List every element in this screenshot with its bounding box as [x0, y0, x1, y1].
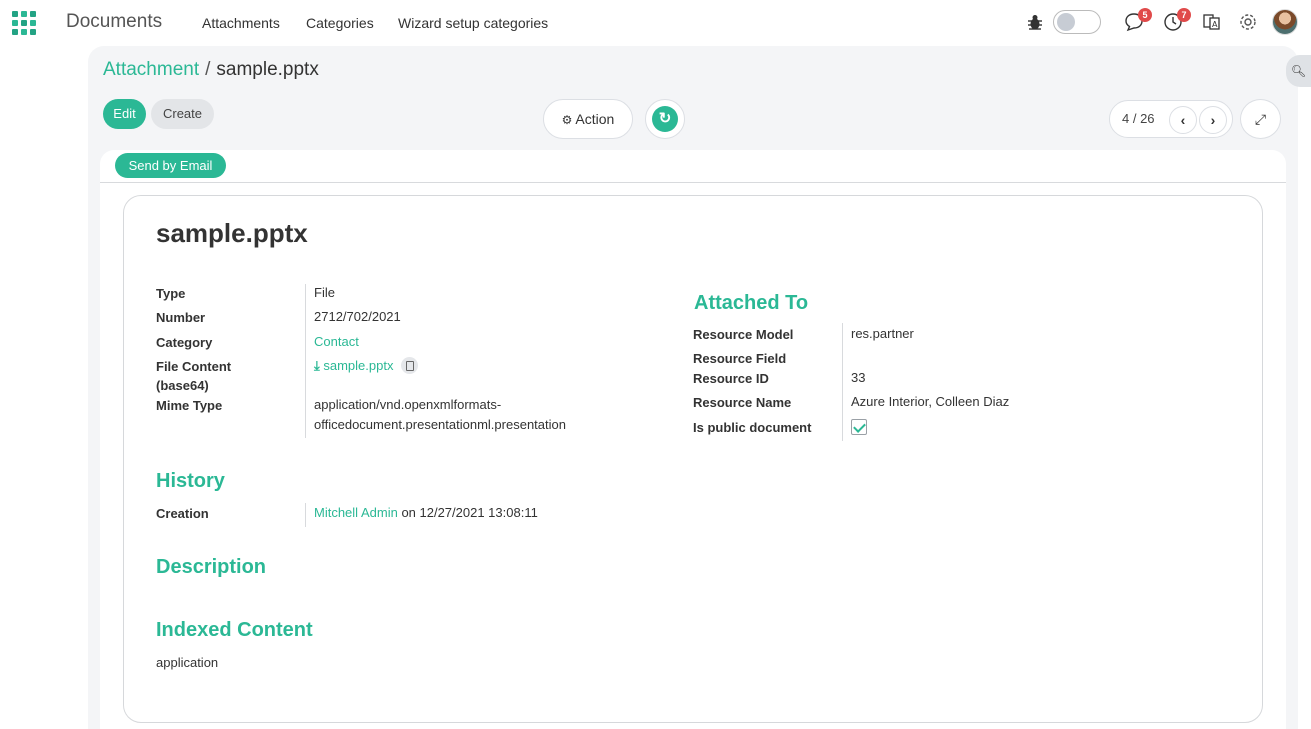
creation-date: on 12/27/2021 13:08:11 [401, 505, 538, 520]
file-preview-icon[interactable] [401, 357, 419, 375]
activities-clock-icon[interactable]: 7 [1163, 8, 1191, 32]
edit-button[interactable]: Edit [103, 99, 146, 129]
file-download-link[interactable]: ⤓ sample.pptx [314, 357, 419, 375]
pager-previous-button[interactable]: ‹ [1169, 106, 1197, 134]
language-icon[interactable]: A [1202, 12, 1222, 32]
mime-type-label: Mime Type [156, 398, 223, 413]
chevron-left-icon: ‹ [1180, 112, 1186, 128]
expand-button[interactable]: ⤢ [1240, 99, 1281, 139]
action-label: Action [575, 111, 615, 127]
breadcrumb-separator: / [205, 59, 211, 80]
form-statusbar [100, 150, 1286, 183]
type-label: Type [156, 286, 186, 301]
messages-badge: 5 [1138, 8, 1152, 22]
zoom-icon: 🔍︎ [1290, 64, 1307, 78]
gear-icon: ⚙ [561, 113, 573, 127]
toggle-knob [1057, 13, 1075, 31]
expand-arrows-icon: ⤢ [1254, 111, 1267, 127]
type-value[interactable]: File [314, 285, 335, 300]
indexed-content-value: application [156, 655, 219, 670]
breadcrumb-current: sample.pptx [216, 59, 319, 80]
svg-text:A: A [1212, 20, 1218, 29]
download-icon: ⤓ [314, 358, 320, 373]
bug-icon[interactable] [1027, 13, 1043, 31]
field-divider [305, 284, 306, 438]
settings-gear-icon[interactable] [1238, 12, 1258, 32]
field-divider [842, 323, 843, 441]
indexed-content-heading: Indexed Content [156, 619, 313, 641]
number-label: Number [156, 310, 206, 325]
record-title: sample.pptx [156, 218, 308, 248]
is-public-checkbox[interactable] [851, 419, 867, 435]
debug-toggle[interactable] [1053, 10, 1101, 34]
refresh-icon: ↻ [652, 106, 678, 132]
category-label: Category [156, 335, 213, 350]
file-name: sample.pptx [323, 358, 394, 373]
pager-next-button[interactable]: › [1199, 106, 1227, 134]
side-search-tab[interactable]: 🔍︎ [1286, 55, 1311, 87]
record-pager: 4 / 26 ‹ › [1109, 100, 1233, 138]
creation-user-link[interactable]: Mitchell Admin [314, 505, 398, 520]
breadcrumb: Attachment / sample.pptx [103, 59, 319, 81]
menu-wizard-setup-categories[interactable]: Wizard setup categories [398, 15, 548, 31]
app-name[interactable]: Documents [66, 11, 162, 33]
resource-name-label: Resource Name [693, 395, 792, 410]
attached-to-heading: Attached To [694, 292, 809, 314]
file-content-label: File Content [156, 359, 232, 374]
resource-model-value[interactable]: res.partner [851, 326, 914, 341]
menu-attachments[interactable]: Attachments [202, 15, 280, 31]
reload-button[interactable]: ↻ [645, 99, 685, 139]
pager-value[interactable]: 4 / 26 [1122, 111, 1155, 126]
resource-id-value[interactable]: 33 [851, 370, 865, 385]
menu-categories[interactable]: Categories [306, 15, 374, 31]
is-public-label: Is public document [693, 420, 812, 435]
user-avatar[interactable] [1272, 9, 1298, 35]
file-content-label-suffix: (base64) [156, 378, 209, 393]
field-divider [305, 503, 306, 527]
mime-type-value-line1[interactable]: application/vnd.openxmlformats- [314, 397, 501, 412]
resource-name-value[interactable]: Azure Interior, Colleen Diaz [851, 394, 1009, 409]
creation-label: Creation [156, 506, 209, 521]
action-dropdown-button[interactable]: ⚙ Action [543, 99, 633, 139]
send-by-email-button[interactable]: Send by Email [115, 153, 226, 178]
category-link[interactable]: Contact [314, 334, 359, 349]
resource-model-label: Resource Model [693, 327, 794, 342]
resource-id-label: Resource ID [693, 371, 769, 386]
resource-field-label: Resource Field [693, 351, 787, 366]
apps-menu-icon[interactable] [12, 11, 36, 35]
top-navbar: Documents Attachments Categories Wizard … [0, 0, 1311, 46]
breadcrumb-parent[interactable]: Attachment [103, 59, 199, 80]
create-button[interactable]: Create [151, 99, 214, 129]
activities-badge: 7 [1177, 8, 1191, 22]
history-heading: History [156, 470, 225, 492]
form-sheet [123, 195, 1263, 723]
messages-icon[interactable]: 5 [1124, 8, 1152, 32]
creation-value: Mitchell Admin on 12/27/2021 13:08:11 [314, 505, 538, 520]
number-value[interactable]: 2712/702/2021 [314, 309, 401, 324]
description-heading: Description [156, 556, 267, 578]
mime-type-value-line2: officedocument.presentationml.presentati… [314, 417, 566, 432]
chevron-right-icon: › [1210, 112, 1216, 128]
